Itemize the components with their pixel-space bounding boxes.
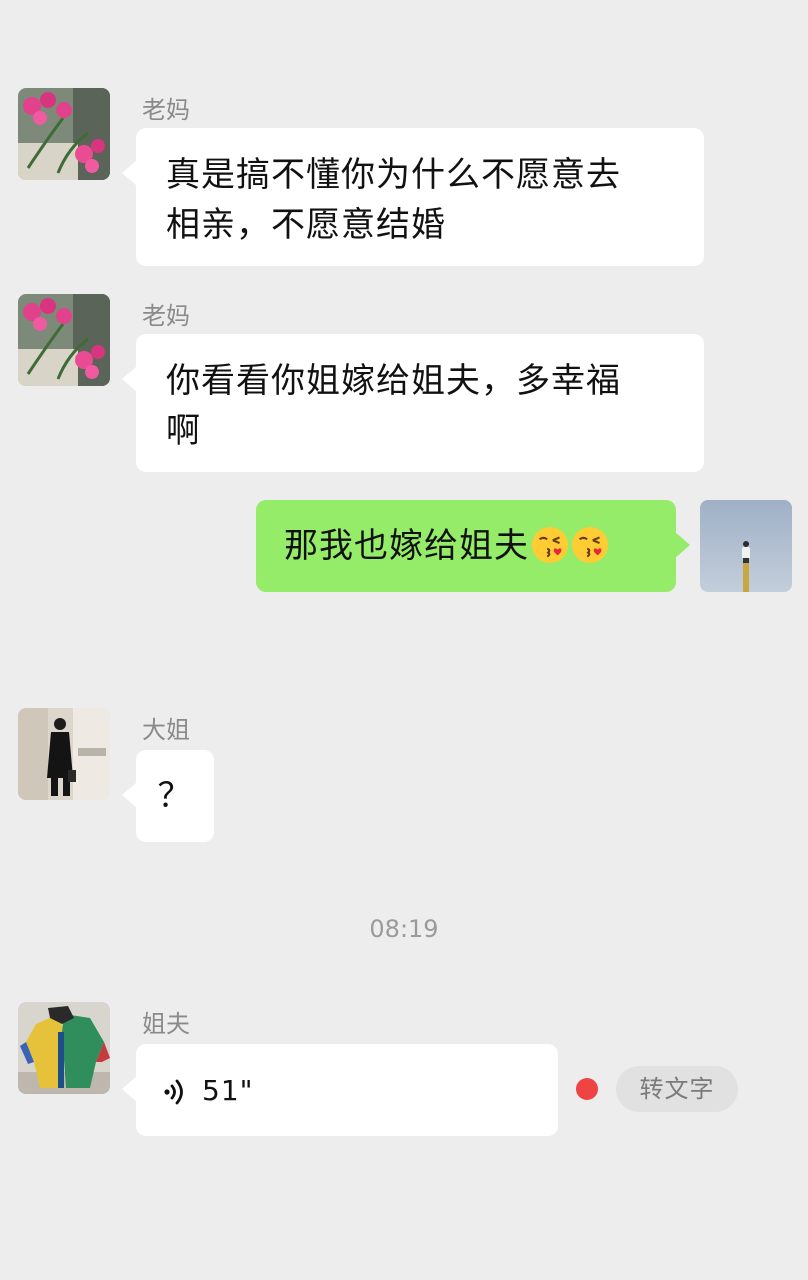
woman-silhouette-avatar bbox=[18, 708, 110, 800]
avatar-big-sister[interactable] bbox=[18, 708, 110, 800]
voice-duration: 51" bbox=[202, 1074, 254, 1107]
message-text-line: 啊 bbox=[166, 411, 201, 451]
colorful-jacket-avatar bbox=[18, 1002, 110, 1094]
voice-message-bubble[interactable]: 51" bbox=[122, 1044, 558, 1136]
avatar-brother-in-law[interactable] bbox=[18, 1002, 110, 1094]
sender-name: 老妈 bbox=[142, 302, 190, 330]
timestamp: 08:19 bbox=[369, 915, 439, 943]
message-text-line: 你看看你姐嫁给姐夫，多幸福 bbox=[166, 361, 621, 401]
avatar-me[interactable] bbox=[700, 500, 792, 592]
orchid-flowers-avatar bbox=[18, 88, 110, 180]
message-bubble-outgoing[interactable]: 那我也嫁给姐夫 bbox=[256, 500, 690, 592]
chat-window: 老妈 真是搞不懂你为什么不愿意去 相亲，不愿意结婚 老妈 你看看你姐嫁给姐夫，多… bbox=[0, 0, 808, 1280]
kissing-face-emoji bbox=[571, 526, 609, 564]
sky-figure-avatar bbox=[700, 500, 792, 592]
message-bubble[interactable]: 真是搞不懂你为什么不愿意去 相亲，不愿意结婚 bbox=[122, 128, 704, 266]
orchid-flowers-avatar bbox=[18, 294, 110, 386]
avatar-mom[interactable] bbox=[18, 88, 110, 180]
message-text: ？ bbox=[157, 776, 193, 816]
sender-name: 老妈 bbox=[142, 96, 190, 124]
message-text-line: 相亲，不愿意结婚 bbox=[166, 205, 446, 245]
voice-wave-icon bbox=[164, 1079, 183, 1105]
message-bubble[interactable]: 你看看你姐嫁给姐夫，多幸福 啊 bbox=[122, 334, 704, 472]
sender-name: 大姐 bbox=[142, 716, 190, 744]
convert-to-text-button[interactable]: 转文字 bbox=[616, 1066, 738, 1112]
message-text: 那我也嫁给姐夫 bbox=[284, 526, 529, 566]
sender-name: 姐夫 bbox=[142, 1010, 190, 1038]
avatar-mom[interactable] bbox=[18, 294, 110, 386]
message-text-line: 真是搞不懂你为什么不愿意去 bbox=[166, 155, 621, 195]
message-bubble[interactable]: ？ bbox=[122, 750, 214, 842]
kissing-face-emoji bbox=[531, 526, 569, 564]
unread-dot bbox=[576, 1078, 598, 1100]
